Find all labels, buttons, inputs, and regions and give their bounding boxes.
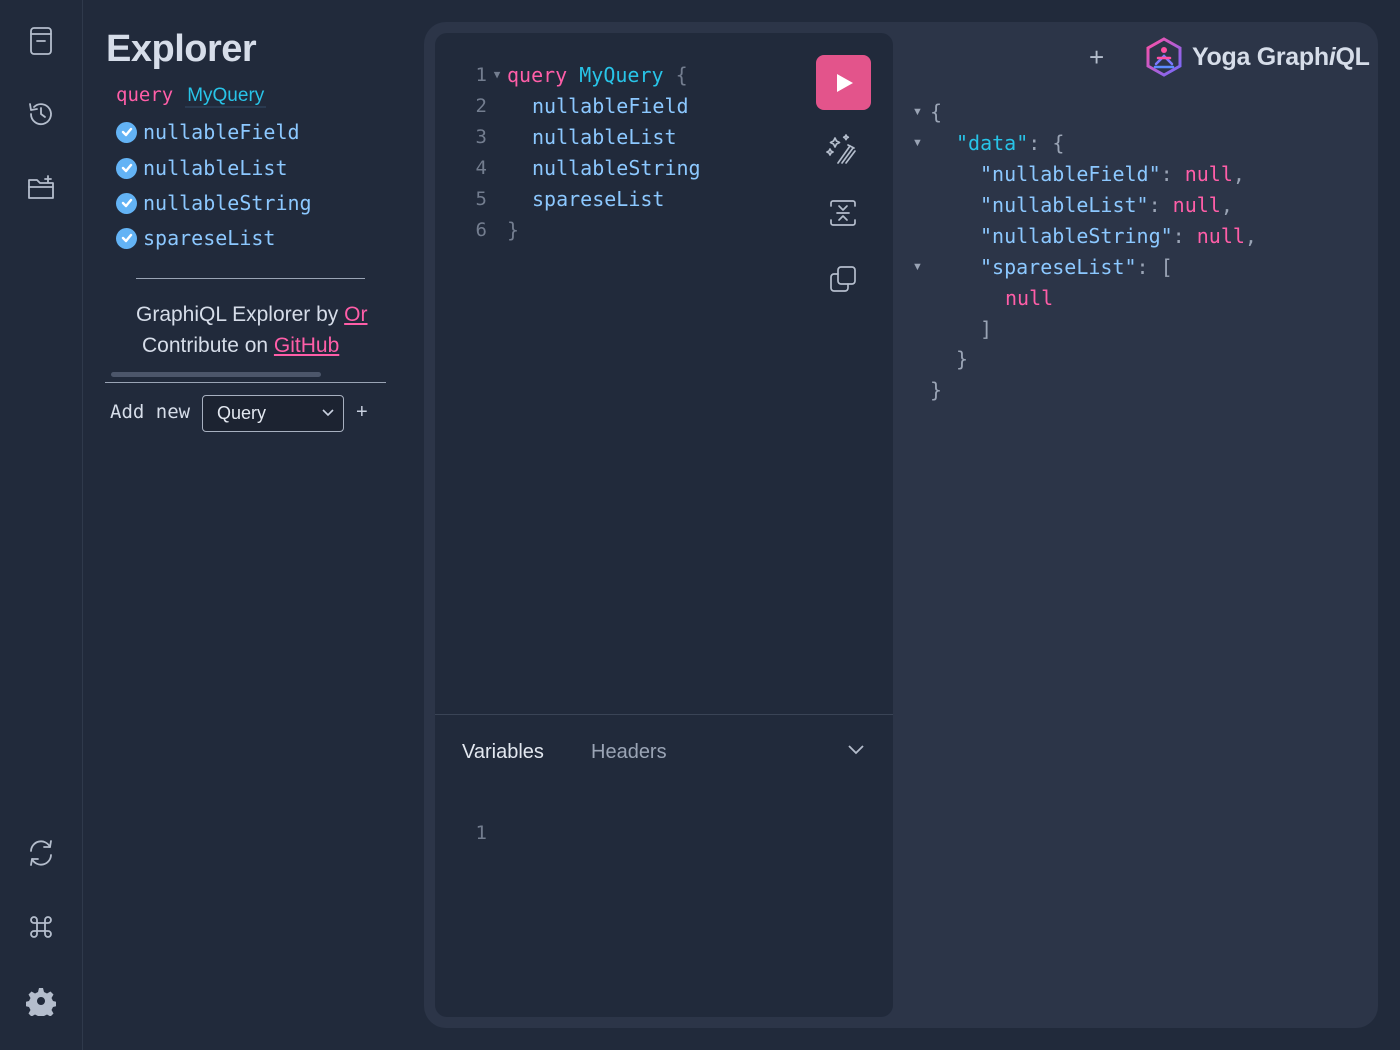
explorer-operation[interactable]: query MyQuery [116,84,267,108]
code-line: 1 ▼ query MyQuery { [475,62,688,87]
yoga-logo-icon [1146,37,1182,77]
brand-name: Yoga GraphiQL [1192,42,1370,71]
field-label: nullableString [143,191,312,215]
chevron-down-icon [322,409,334,417]
explorer-panel: Explorer query MyQuery nullableField null… [84,0,414,1050]
horizontal-scrollbar[interactable] [111,372,321,377]
code-line: 6} [475,217,520,242]
copy-icon [830,266,856,292]
shortcuts-button[interactable] [21,907,61,947]
json-line: null [1005,285,1054,310]
json-line: } [930,377,943,402]
divider [435,714,893,715]
field-label: nullableList [143,156,288,180]
docs-button[interactable] [21,21,61,61]
json-line: } [956,346,969,371]
explorer-field[interactable]: nullableString [116,191,312,215]
json-line: "nullableString": null, [980,223,1257,248]
checkbox-checked-icon [116,192,137,214]
variables-editor[interactable]: 1 [435,817,487,848]
tab-variables[interactable]: Variables [462,741,544,764]
field-label: nullableField [143,120,300,144]
divider [136,278,365,279]
json-line: "nullableField": null, [980,161,1245,186]
code-line: 4 nullableString [475,155,701,180]
fold-arrow-icon[interactable]: ▼ [912,261,923,273]
history-icon [29,103,52,126]
new-tab-button[interactable]: + [1089,42,1104,73]
copy-query-button[interactable] [823,259,863,299]
divider [105,382,386,383]
checkbox-checked-icon [116,157,137,179]
folder-plus-icon [28,175,54,199]
code-line: 5 spareseList [475,186,665,211]
json-line: ] [980,316,993,341]
session-panel: 1 ▼ query MyQuery { 2 nullableField 3 nullab… [424,22,1378,1028]
toggle-editor-tools-button[interactable] [847,743,865,761]
operation-name-input[interactable]: MyQuery [185,85,267,108]
tab-headers[interactable]: Headers [591,741,667,764]
fold-arrow-icon[interactable]: ▼ [912,137,923,149]
explorer-title: Explorer [106,28,257,70]
checkbox-checked-icon [116,227,137,249]
operation-keyword: query [116,84,174,106]
play-icon [836,73,853,92]
run-query-button[interactable] [816,55,871,110]
json-line: "data": { [956,130,1065,155]
query-editor[interactable]: 1 ▼ query MyQuery { 2 nullableField 3 nullab… [435,33,893,1017]
code-line: 3 nullableList [475,124,677,149]
field-label: spareseList [143,226,276,250]
checkbox-checked-icon [116,121,137,143]
settings-button[interactable] [21,981,61,1021]
merge-fragments-button[interactable] [823,193,863,233]
command-icon [30,916,52,938]
settings-icon [26,988,56,1016]
json-line: "spareseList": [ [980,254,1173,279]
merge-icon [830,200,856,226]
json-line: "nullableList": null, [980,192,1233,217]
explorer-field[interactable]: spareseList [116,226,275,250]
chevron-down-icon [848,745,864,755]
collections-button[interactable] [21,168,61,208]
explorer-field[interactable]: nullableField [116,120,300,144]
fold-arrow-icon[interactable]: ▼ [487,68,507,81]
history-button[interactable] [21,94,61,134]
github-link[interactable]: GitHub [274,334,339,357]
docs-icon [30,27,52,55]
prettify-button[interactable] [823,129,863,169]
brand-logo: Yoga GraphiQL [1144,36,1370,78]
code-line: 2 nullableField [475,93,689,118]
refetch-schema-button[interactable] [21,833,61,873]
json-line: { [930,99,943,124]
sidebar [0,0,83,1050]
credit-line: GraphiQL Explorer by Or [136,303,368,326]
add-operation-button[interactable]: + [356,401,368,424]
fold-arrow-icon[interactable]: ▼ [912,106,923,118]
operation-type-select[interactable]: Query [202,395,344,432]
author-link[interactable]: Or [344,303,367,326]
refresh-icon [30,840,52,866]
contribute-line: Contribute on GitHub [142,334,340,357]
explorer-field[interactable]: nullableList [116,156,288,180]
add-new-label: Add new [110,401,191,423]
magic-wand-icon [826,134,856,164]
